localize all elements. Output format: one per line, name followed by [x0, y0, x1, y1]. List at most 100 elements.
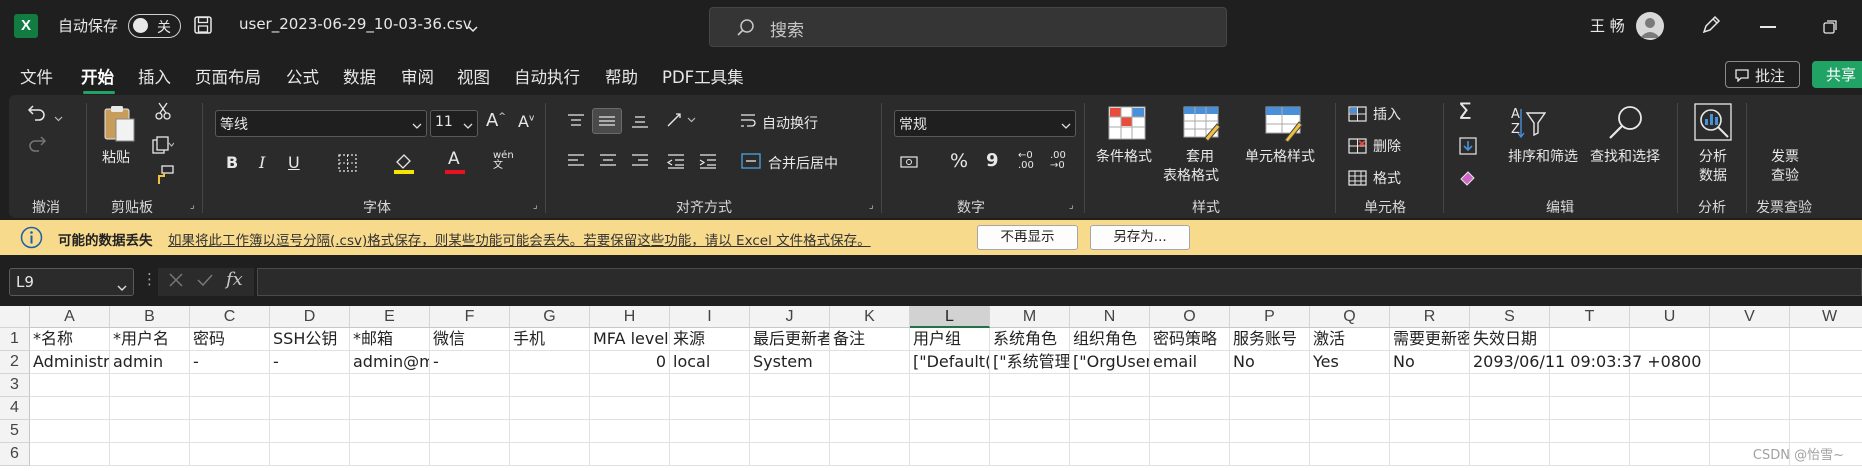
restore-icon[interactable]	[1823, 19, 1837, 34]
format-table-label-1[interactable]: 套用	[1186, 146, 1214, 166]
cell-g4[interactable]	[510, 397, 590, 420]
cell-v2[interactable]	[1710, 351, 1790, 374]
cell-a3[interactable]	[30, 374, 110, 397]
cell-p6[interactable]	[1230, 443, 1310, 466]
column-header-n[interactable]: N	[1070, 306, 1150, 328]
cell-d6[interactable]	[270, 443, 350, 466]
cell-o2[interactable]: email	[1150, 351, 1230, 374]
row-header-4[interactable]: 4	[0, 397, 30, 420]
cell-i4[interactable]	[670, 397, 750, 420]
save-icon[interactable]	[194, 16, 212, 34]
cell-q3[interactable]	[1310, 374, 1390, 397]
cell-h6[interactable]	[590, 443, 670, 466]
cell-e6[interactable]	[350, 443, 430, 466]
cell-b6[interactable]	[110, 443, 190, 466]
cell-b5[interactable]	[110, 420, 190, 443]
borders-icon[interactable]	[338, 154, 358, 172]
cell-j3[interactable]	[750, 374, 830, 397]
cell-l2[interactable]: ["Default(a	[910, 351, 990, 374]
row-header-5[interactable]: 5	[0, 420, 30, 443]
align-left-icon[interactable]	[566, 152, 586, 170]
format-as-table-icon[interactable]	[1183, 106, 1221, 142]
cell-f3[interactable]	[430, 374, 510, 397]
undo-icon[interactable]	[27, 102, 47, 122]
analyze-label-1[interactable]: 分析	[1699, 146, 1727, 166]
cell-o4[interactable]	[1150, 397, 1230, 420]
cell-g5[interactable]	[510, 420, 590, 443]
redo-icon[interactable]	[27, 133, 47, 153]
cell-k3[interactable]	[830, 374, 910, 397]
cell-r1[interactable]: 需要更新密码	[1390, 328, 1470, 351]
menu-view[interactable]: 视图	[457, 64, 490, 88]
find-select-label[interactable]: 查找和选择	[1590, 146, 1660, 166]
enter-icon[interactable]	[196, 272, 214, 288]
format-cells-icon[interactable]	[1348, 169, 1368, 187]
cell-u4[interactable]	[1630, 397, 1710, 420]
cell-a2[interactable]: Administrator	[30, 351, 110, 374]
percent-icon[interactable]: %	[950, 150, 968, 172]
cell-q5[interactable]	[1310, 420, 1390, 443]
cell-q2[interactable]: Yes	[1310, 351, 1390, 374]
column-header-f[interactable]: F	[430, 306, 510, 328]
column-header-d[interactable]: D	[270, 306, 350, 328]
cell-p3[interactable]	[1230, 374, 1310, 397]
decrease-indent-icon[interactable]	[666, 152, 686, 170]
cell-f1[interactable]: 微信	[430, 328, 510, 351]
increase-font-icon[interactable]: A^	[486, 110, 506, 131]
cell-u3[interactable]	[1630, 374, 1710, 397]
cell-r3[interactable]	[1390, 374, 1470, 397]
align-top-icon[interactable]	[566, 112, 586, 130]
cell-d1[interactable]: SSH公钥	[270, 328, 350, 351]
cell-c4[interactable]	[190, 397, 270, 420]
cancel-icon[interactable]	[168, 272, 184, 288]
menu-pdf-tools[interactable]: PDF工具集	[662, 64, 744, 88]
cell-s2[interactable]: 2093/06/11 09:03:37 +0800	[1470, 351, 1701, 374]
format-cells-label[interactable]: 格式	[1373, 168, 1401, 188]
column-header-p[interactable]: P	[1230, 306, 1310, 328]
cell-m2[interactable]: ["系统管理员	[990, 351, 1070, 374]
conditional-format-label[interactable]: 条件格式	[1096, 146, 1152, 166]
clear-icon[interactable]	[1458, 168, 1478, 186]
column-header-l[interactable]: L	[910, 306, 990, 328]
more-options-icon[interactable]: ⋮	[142, 270, 157, 288]
invoice-label-2[interactable]: 查验	[1771, 165, 1799, 185]
comments-button[interactable]: 批注	[1725, 61, 1800, 88]
cell-p5[interactable]	[1230, 420, 1310, 443]
align-bottom-icon[interactable]	[630, 112, 650, 130]
menu-formulas[interactable]: 公式	[286, 64, 319, 88]
sort-filter-icon[interactable]: AZ	[1510, 105, 1547, 143]
align-middle-icon[interactable]	[592, 108, 622, 134]
dialog-launcher-icon[interactable]: ⌟	[533, 200, 538, 211]
cell-i1[interactable]: 来源	[670, 328, 750, 351]
paste-label[interactable]: 粘贴	[102, 147, 130, 167]
comma-style-icon[interactable]: 9	[986, 150, 999, 171]
number-format-select[interactable]: 常规	[894, 110, 1076, 137]
phonetic-icon[interactable]: wén 文	[493, 151, 514, 171]
cell-o6[interactable]	[1150, 443, 1230, 466]
cell-v3[interactable]	[1710, 374, 1790, 397]
copy-icon[interactable]	[152, 136, 175, 154]
align-right-icon[interactable]	[630, 152, 650, 170]
column-header-r[interactable]: R	[1390, 306, 1470, 328]
cell-r6[interactable]	[1390, 443, 1470, 466]
cell-l5[interactable]	[910, 420, 990, 443]
column-header-h[interactable]: H	[590, 306, 670, 328]
name-box[interactable]: L9	[9, 268, 134, 296]
cell-l6[interactable]	[910, 443, 990, 466]
cell-q6[interactable]	[1310, 443, 1390, 466]
menu-page-layout[interactable]: 页面布局	[195, 64, 261, 88]
column-header-u[interactable]: U	[1630, 306, 1710, 328]
cell-styles-label[interactable]: 单元格样式	[1245, 146, 1315, 166]
merge-center-label[interactable]: 合并后居中	[768, 153, 838, 173]
insert-cells-label[interactable]: 插入	[1373, 104, 1401, 124]
analyze-data-icon[interactable]	[1694, 103, 1732, 141]
cell-n1[interactable]: 组织角色	[1070, 328, 1150, 351]
cell-j1[interactable]: 最后更新者	[750, 328, 830, 351]
cell-t3[interactable]	[1550, 374, 1630, 397]
cell-f6[interactable]	[430, 443, 510, 466]
cell-m6[interactable]	[990, 443, 1070, 466]
cell-h2[interactable]: 0	[590, 351, 670, 374]
underline-icon[interactable]: U	[288, 153, 300, 172]
cell-b4[interactable]	[110, 397, 190, 420]
cell-l1[interactable]: 用户组	[910, 328, 990, 351]
